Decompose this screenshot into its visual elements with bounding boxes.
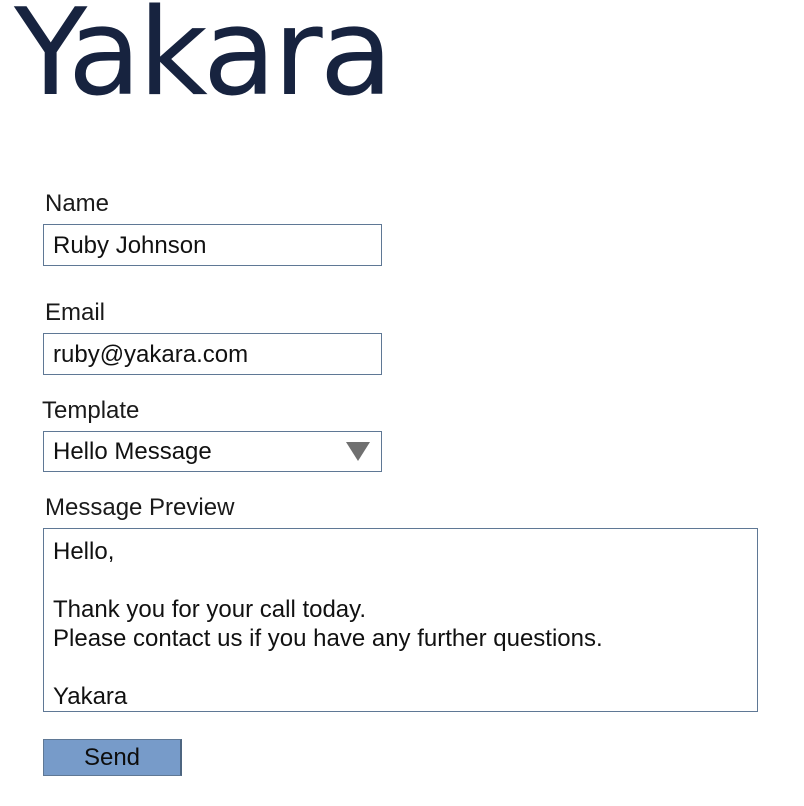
name-field[interactable]: Ruby Johnson	[43, 224, 382, 266]
name-label: Name	[45, 190, 110, 217]
email-field-value: ruby@yakara.com	[53, 341, 249, 368]
triangle-down-icon[interactable]	[346, 442, 370, 461]
email-field[interactable]: ruby@yakara.com	[43, 333, 382, 375]
template-label: Template	[42, 397, 140, 424]
message-preview[interactable]: Hello, Thank you for your call today. Pl…	[43, 528, 758, 712]
message-preview-label: Message Preview	[45, 494, 235, 521]
send-button[interactable]: Send	[43, 739, 182, 776]
email-label: Email	[45, 299, 106, 326]
template-selected-value: Hello Message	[53, 438, 212, 465]
name-field-value: Ruby Johnson	[53, 232, 207, 259]
template-select[interactable]: Hello Message	[43, 431, 382, 472]
yakara-logo: Yakara	[14, 0, 393, 123]
